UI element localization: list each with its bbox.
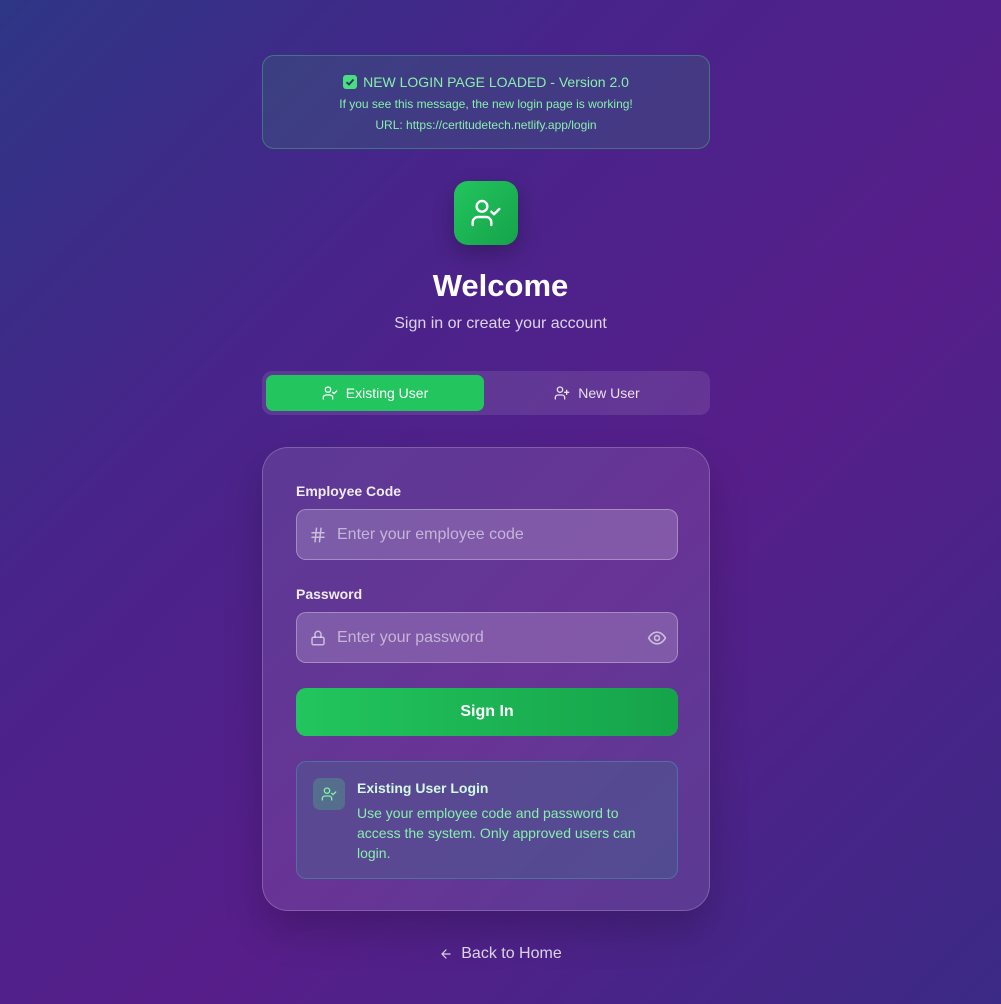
logo — [454, 181, 518, 245]
banner-message: If you see this message, the new login p… — [339, 97, 633, 111]
banner-title: NEW LOGIN PAGE LOADED - Version 2.0 — [363, 74, 629, 90]
hash-icon — [311, 527, 325, 543]
tab-new-user[interactable]: New User — [488, 375, 706, 411]
employee-code-field — [296, 509, 678, 560]
page-title: Welcome — [432, 268, 569, 303]
page-subtitle: Sign in or create your account — [394, 315, 607, 332]
back-label: Back to Home — [461, 945, 562, 962]
version-banner: NEW LOGIN PAGE LOADED - Version 2.0 If y… — [262, 55, 710, 149]
arrow-left-icon — [441, 949, 451, 959]
sign-in-button[interactable]: Sign In — [296, 688, 678, 736]
tab-label: Existing User — [345, 385, 429, 401]
login-card: Employee Code Password Sign In Existing … — [262, 447, 710, 911]
info-text: Use your employee code and password to a… — [357, 805, 636, 861]
employee-code-input[interactable] — [337, 510, 637, 559]
user-check-icon — [321, 787, 337, 801]
employee-code-label: Employee Code — [296, 483, 402, 499]
info-box: Existing User Login Use your employee co… — [296, 761, 678, 879]
user-plus-icon — [554, 386, 570, 400]
lock-icon — [311, 630, 325, 646]
password-label: Password — [296, 586, 363, 602]
user-check-icon — [471, 199, 501, 227]
auth-tabs: Existing User New User — [262, 371, 710, 415]
password-field — [296, 612, 678, 663]
password-input[interactable] — [337, 613, 637, 662]
check-icon — [343, 75, 358, 89]
info-icon-box — [313, 778, 345, 810]
info-title: Existing User Login — [357, 780, 489, 796]
tab-label: New User — [578, 385, 640, 401]
back-to-home-link[interactable]: Back to Home — [0, 945, 1001, 963]
user-check-icon — [322, 386, 338, 400]
banner-url: URL: https://certitudetech.netlify.app/l… — [375, 118, 597, 132]
tab-existing-user[interactable]: Existing User — [266, 375, 484, 411]
eye-icon[interactable] — [647, 628, 667, 648]
